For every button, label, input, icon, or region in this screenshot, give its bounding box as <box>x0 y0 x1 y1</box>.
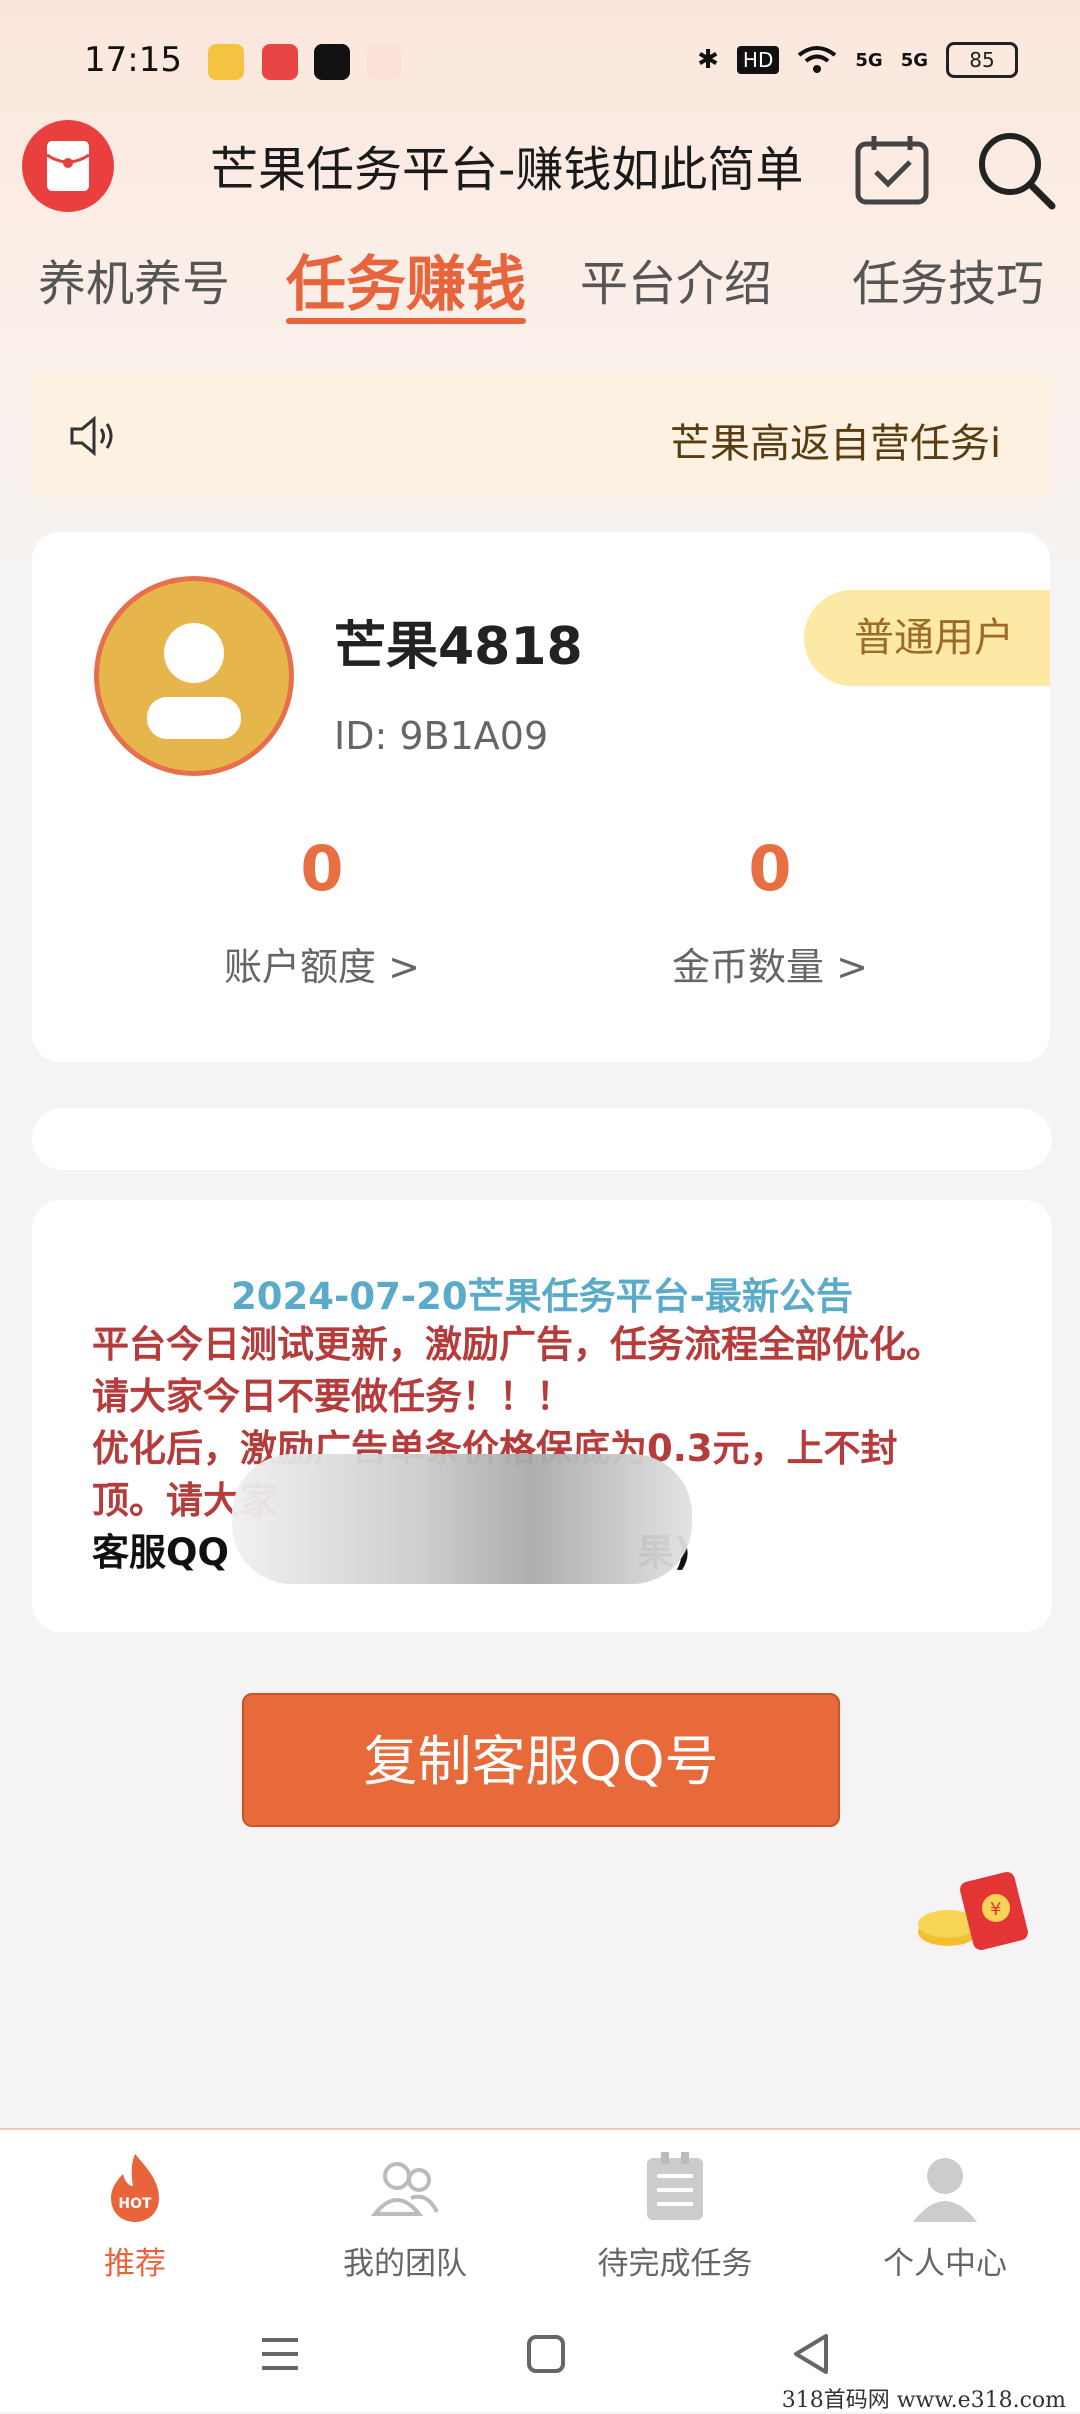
tab-platform-intro[interactable]: 平台介绍 <box>580 244 772 314</box>
battery-indicator: 85 <box>946 42 1018 78</box>
hot-fire-icon: HOT <box>111 2154 159 2222</box>
notification-app-icon <box>208 44 244 80</box>
hd-icon: HD <box>736 46 780 74</box>
user-level-badge: 普通用户 <box>804 590 1050 686</box>
account-quota-link[interactable]: 账户额度 > <box>172 936 472 991</box>
nav-personal-center[interactable]: 个人中心 <box>810 2150 1080 2283</box>
nav-label: 待完成任务 <box>597 2246 753 2282</box>
status-time: 17:15 <box>84 40 182 80</box>
tiktok-app-icon <box>314 44 350 80</box>
red-packet-button[interactable] <box>22 120 114 212</box>
account-quota-value: 0 <box>300 832 344 905</box>
announcement-line: 平台今日测试更新，激励广告，任务流程全部优化。 <box>92 1323 943 1366</box>
hot-badge: HOT <box>118 2196 152 2212</box>
contact-prefix: 客服QQ <box>92 1531 229 1574</box>
nav-my-team[interactable]: 我的团队 <box>270 2150 540 2283</box>
svg-text:¥: ¥ <box>990 1899 1001 1920</box>
user-id: ID: 9B1A09 <box>334 714 549 758</box>
status-icons: ✱ HD 5G 5G 85 <box>697 42 1018 78</box>
tab-phone-care[interactable]: 养机养号 <box>38 244 230 314</box>
default-avatar-icon <box>147 623 241 739</box>
app-header: 芒果任务平台-赚钱如此简单 <box>0 110 1080 220</box>
tab-task-tips[interactable]: 任务技巧 <box>852 244 1044 314</box>
privacy-blur <box>232 1454 692 1584</box>
avatar[interactable] <box>94 576 294 776</box>
coin-count-link[interactable]: 金币数量 > <box>620 936 920 991</box>
signal-5g-icon-2: 5G <box>900 49 928 71</box>
bluetooth-icon: ✱ <box>697 45 719 75</box>
active-tab-underline <box>286 318 526 324</box>
speaker-icon <box>70 415 113 457</box>
announcement-title: 2024-07-20芒果任务平台-最新公告 <box>230 1275 854 1318</box>
floating-red-packet-icon[interactable]: ¥ <box>908 1858 1048 1958</box>
nav-label: 推荐 <box>104 2246 166 2282</box>
user-icon <box>913 2158 977 2222</box>
wifi-icon <box>798 46 837 73</box>
calendar-check-icon[interactable] <box>852 130 932 210</box>
search-icon[interactable] <box>972 126 1058 212</box>
team-icon <box>370 2162 439 2216</box>
empty-banner <box>32 1108 1052 1170</box>
username: 芒果4818 <box>334 617 583 677</box>
task-list-icon <box>647 2152 703 2220</box>
nav-label: 我的团队 <box>343 2246 467 2282</box>
nav-recommend[interactable]: HOT 推荐 <box>0 2150 270 2283</box>
site-watermark: 318首码网 www.e318.com <box>781 2388 1066 2413</box>
back-icon[interactable] <box>782 2324 842 2384</box>
category-tabs: 养机养号 任务赚钱 平台介绍 任务技巧 <box>0 244 1080 334</box>
menu-icon[interactable] <box>250 2324 310 2384</box>
page-title: 芒果任务平台-赚钱如此简单 <box>210 142 804 198</box>
announcement-line: 请大家今日不要做任务！！！ <box>92 1375 573 1418</box>
bottom-navigation: HOT 推荐 我的团队 待完成任务 个人中心 <box>0 2128 1080 2290</box>
nav-pending-tasks[interactable]: 待完成任务 <box>540 2150 810 2283</box>
signal-5g-icon: 5G <box>855 49 883 71</box>
coin-count-value: 0 <box>748 832 792 905</box>
tab-task-earn[interactable]: 任务赚钱 <box>286 236 526 323</box>
profile-card: 芒果4818 ID: 9B1A09 普通用户 0 账户额度 > 0 金币数量 > <box>32 532 1050 1062</box>
game-app-icon <box>366 44 402 80</box>
notice-text: 芒果高返自营任务i <box>670 421 1002 467</box>
music-app-icon <box>262 44 298 80</box>
announcement-card: 2024-07-20芒果任务平台-最新公告 平台今日测试更新，激励广告，任务流程… <box>32 1200 1052 1632</box>
status-bar: 17:15 ✱ HD 5G 5G 85 <box>0 0 1080 110</box>
home-icon[interactable] <box>516 2324 576 2384</box>
nav-label: 个人中心 <box>883 2246 1007 2282</box>
notice-marquee[interactable]: 芒果高返自营任务i <box>30 375 1052 497</box>
red-packet-icon <box>46 141 90 191</box>
copy-qq-button[interactable]: 复制客服QQ号 <box>242 1693 840 1827</box>
